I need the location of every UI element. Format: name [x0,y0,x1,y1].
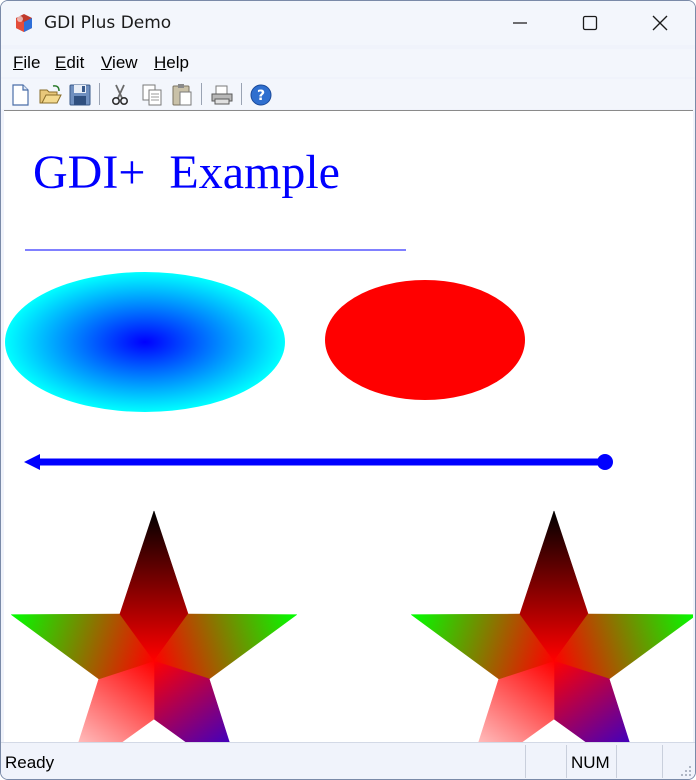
save-button[interactable] [67,82,93,108]
status-pane-caps [525,745,567,778]
gdi-drawing [5,249,693,742]
menu-edit[interactable]: Edit [55,53,84,73]
toolbar: ? [1,79,695,109]
menu-view[interactable]: View [101,53,138,73]
status-bar: Ready NUM [1,742,695,779]
window-title: GDI Plus Demo [44,13,172,33]
open-button[interactable] [37,82,63,108]
new-icon [12,84,29,106]
gradient-ellipse [5,272,285,412]
toolbar-separator [99,83,100,105]
menu-bar: File Edit View Help [1,49,695,77]
cut-icon [112,84,129,106]
paste-button[interactable] [169,82,195,108]
print-icon [211,85,233,105]
arrow-line [24,454,613,470]
minimize-button[interactable] [485,1,555,45]
print-button[interactable] [209,82,235,108]
menu-help[interactable]: Help [154,53,189,73]
cut-button[interactable] [107,82,133,108]
svg-text:?: ? [257,88,265,104]
resize-grip-icon[interactable] [679,764,693,778]
paste-icon [172,84,192,106]
red-ellipse [325,280,525,400]
minimize-icon [513,22,527,24]
open-icon [39,85,62,104]
menu-file[interactable]: File [13,53,40,73]
app-icon [16,14,32,32]
new-button[interactable] [7,82,33,108]
help-button[interactable]: ? [248,82,274,108]
gradient-star-left [11,510,297,742]
app-window: GDI Plus Demo File Edit View Help ? GDI+… [0,0,696,780]
copy-button[interactable] [139,82,165,108]
title-bar[interactable]: GDI Plus Demo [1,1,695,45]
help-icon: ? [250,84,272,106]
status-text: Ready [5,753,55,772]
status-pane-scrl [616,745,663,778]
close-button[interactable] [625,1,695,45]
drawing-canvas: GDI+ Example [4,110,693,742]
copy-icon [142,84,162,106]
save-icon [69,84,91,106]
num-lock-indicator: NUM [571,753,610,772]
toolbar-separator [241,83,242,105]
maximize-button[interactable] [555,1,625,45]
toolbar-separator [201,83,202,105]
close-icon [652,15,668,31]
maximize-icon [582,15,598,31]
status-pane-num: NUM [566,745,617,778]
gradient-star-right [411,510,693,742]
